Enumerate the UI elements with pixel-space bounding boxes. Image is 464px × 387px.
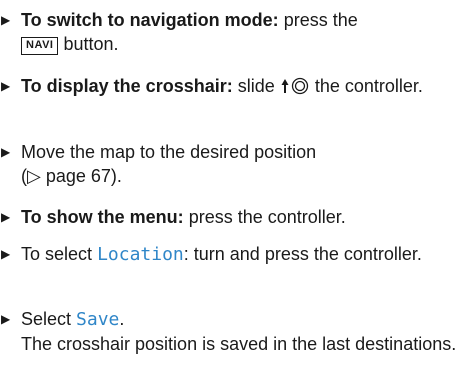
- display-word-save: Save: [76, 309, 120, 330]
- display-word-location: Location: [97, 244, 184, 265]
- bullet-arrow-icon: ▶: [1, 79, 11, 93]
- bullet-arrow-icon: ▶: [1, 210, 11, 224]
- step-text: To select: [21, 244, 93, 264]
- bullet-arrow-icon: ▶: [1, 13, 11, 27]
- step-text: : turn and press the controller.: [183, 244, 422, 264]
- step-text: .: [119, 309, 125, 329]
- step-heading: To show the menu:: [21, 207, 184, 227]
- step-text: press the controller.: [188, 207, 346, 227]
- step-text: Move the map to the desired position: [21, 142, 317, 162]
- step-text: button.: [63, 34, 119, 54]
- bullet-arrow-icon: ▶: [1, 247, 11, 261]
- step-body: Move the map to the desired position (▷ …: [21, 140, 460, 188]
- step-text: Select: [21, 309, 72, 329]
- step-text: the controller.: [314, 76, 423, 96]
- step-body: To display the crosshair: slide the cont…: [21, 74, 460, 98]
- controller-slide-up-icon: [280, 77, 310, 95]
- step-body: To select Location: turn and press the c…: [21, 242, 460, 267]
- step-body: To show the menu: press the controller.: [21, 205, 460, 229]
- step-heading: To switch to navigation mode:: [21, 10, 279, 30]
- step-body: Select Save. The crosshair position is s…: [21, 307, 460, 356]
- step-body: To switch to navigation mode: press the …: [21, 8, 460, 56]
- step-heading: To display the crosshair:: [21, 76, 233, 96]
- page-reference: (▷ page 67).: [21, 166, 122, 186]
- step-text: slide: [237, 76, 275, 96]
- instruction-page: ▶ To switch to navigation mode: press th…: [0, 0, 464, 387]
- navi-key: NAVI: [21, 37, 59, 55]
- step-result: The crosshair position is saved in the l…: [21, 334, 457, 354]
- bullet-arrow-icon: ▶: [1, 145, 11, 159]
- step-text: press the: [283, 10, 358, 30]
- bullet-arrow-icon: ▶: [1, 312, 11, 326]
